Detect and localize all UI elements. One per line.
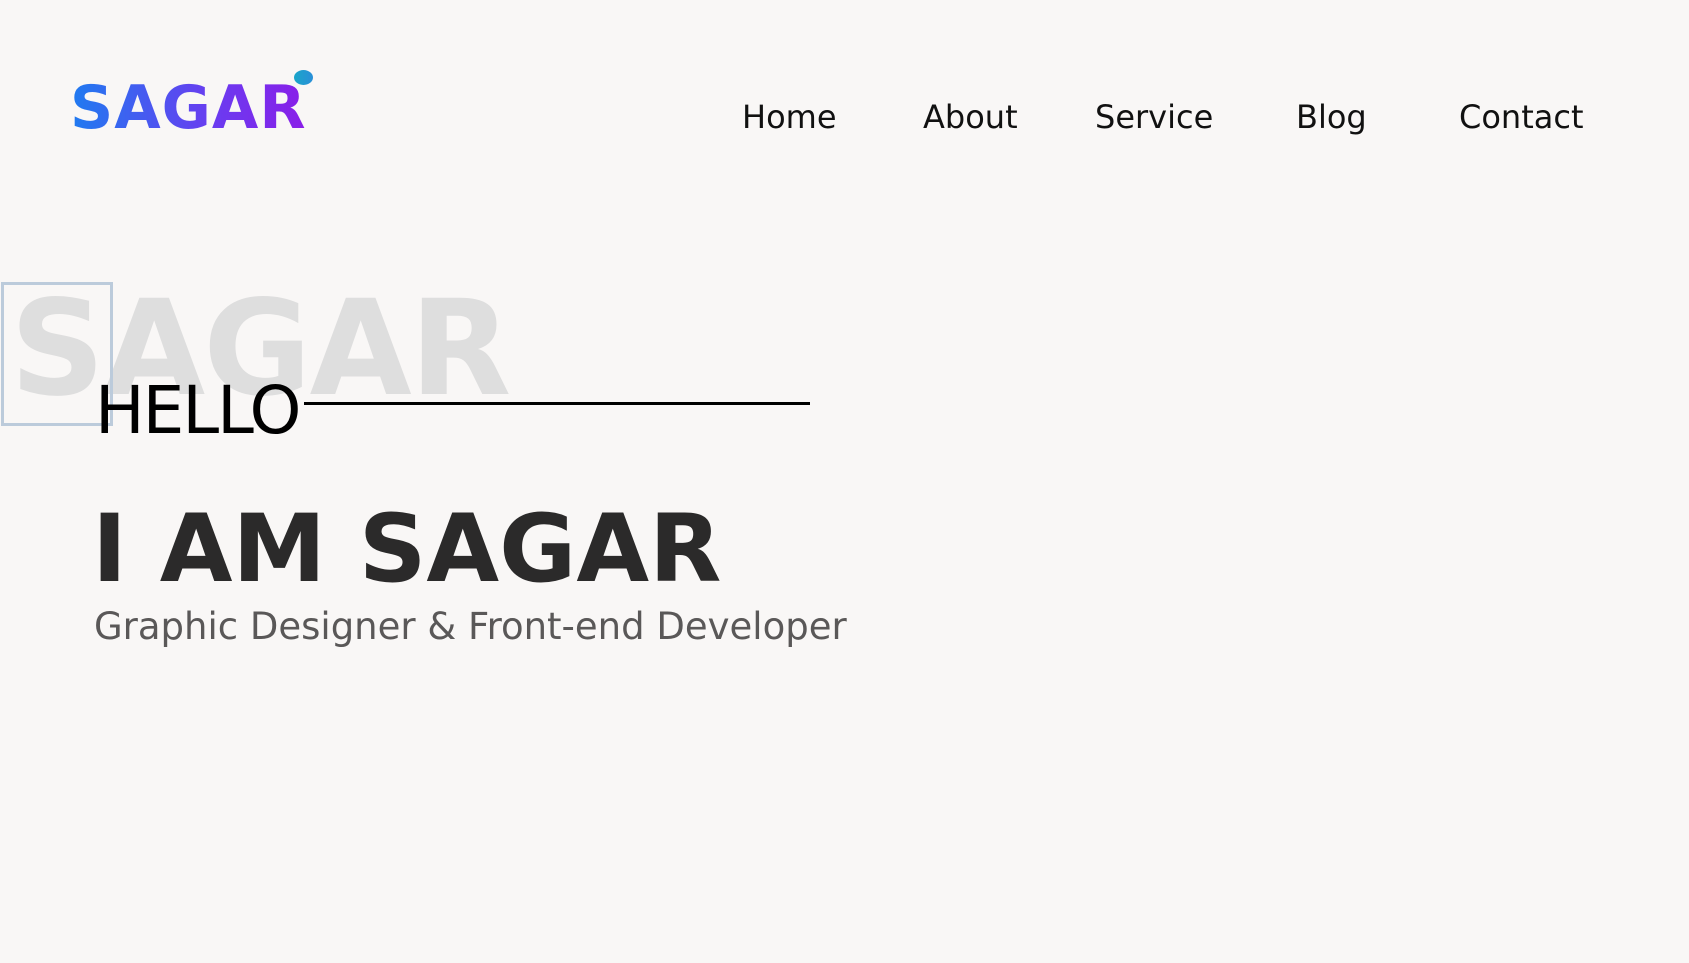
nav-link-blog[interactable]: Blog bbox=[1296, 95, 1367, 139]
nav-link-service[interactable]: Service bbox=[1095, 95, 1213, 139]
greeting-divider bbox=[304, 402, 810, 405]
nav-link-about[interactable]: About bbox=[923, 95, 1018, 139]
hero-subtitle: Graphic Designer & Front-end Developer bbox=[94, 605, 847, 648]
main-nav: Home About Service Blog Contact bbox=[0, 95, 1689, 139]
hero-greeting: HELLO bbox=[95, 372, 301, 449]
nav-link-home[interactable]: Home bbox=[742, 95, 837, 139]
hero-headline: I AM SAGAR bbox=[92, 495, 722, 604]
page: SAGAR Home About Service Blog Contact SA… bbox=[0, 0, 1689, 963]
logo-dot-icon bbox=[294, 70, 313, 85]
nav-link-contact[interactable]: Contact bbox=[1459, 95, 1584, 139]
